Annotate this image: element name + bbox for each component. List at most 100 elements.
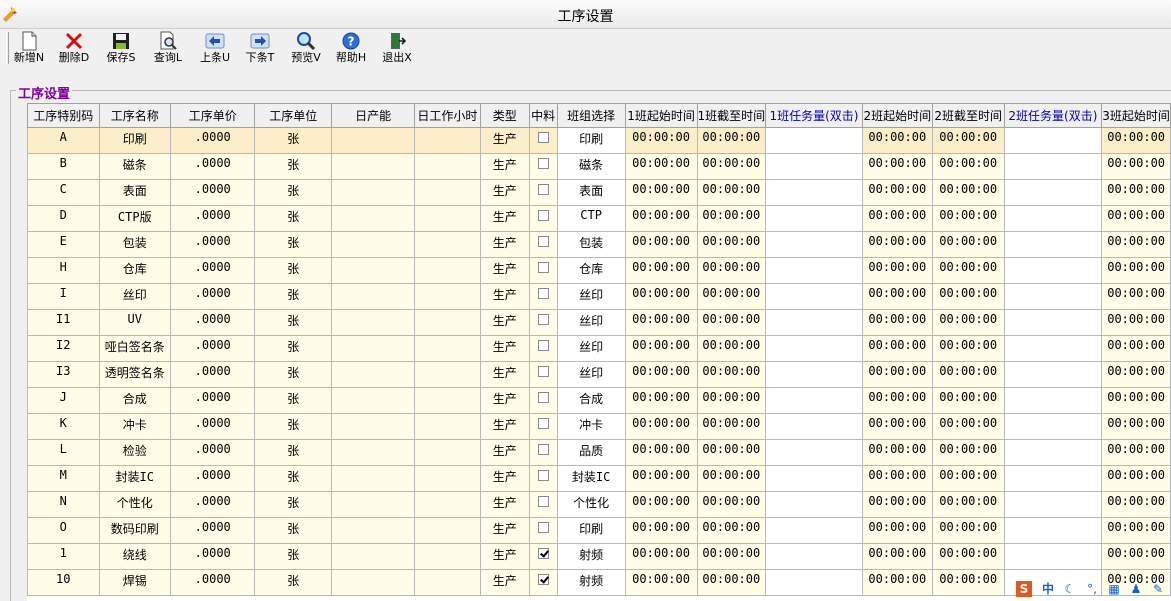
cell-shift3-start[interactable]: 00:00:00: [1101, 231, 1171, 258]
cell-daily-hours[interactable]: [414, 257, 481, 284]
cell-shift1-start[interactable]: 00:00:00: [624, 543, 698, 570]
cell-daily-hours[interactable]: [414, 231, 481, 258]
cell-daily-capacity[interactable]: [331, 309, 416, 336]
cell-price[interactable]: .0000: [170, 543, 256, 570]
mid-checkbox[interactable]: [537, 314, 549, 325]
cell-type[interactable]: 生产: [479, 127, 530, 154]
cell-unit[interactable]: 张: [254, 257, 333, 284]
cell-mid-checkbox[interactable]: [528, 205, 558, 232]
keyboard-icon[interactable]: ▦: [1106, 581, 1122, 597]
cell-team[interactable]: 丝印: [556, 309, 626, 336]
cell-daily-hours[interactable]: [414, 569, 481, 596]
cell-type[interactable]: 生产: [479, 517, 530, 544]
query-button[interactable]: 查询L: [150, 31, 186, 67]
cell-code[interactable]: C: [27, 179, 100, 206]
cell-name[interactable]: 丝印: [98, 283, 172, 310]
cell-shift1-start[interactable]: 00:00:00: [624, 283, 698, 310]
cell-shift1-start[interactable]: 00:00:00: [624, 569, 698, 596]
preview-button[interactable]: 预览V: [289, 31, 323, 67]
cell-shift2-end[interactable]: 00:00:00: [931, 335, 1005, 362]
cell-shift1-end[interactable]: 00:00:00: [696, 153, 767, 180]
cell-mid-checkbox[interactable]: [528, 439, 558, 466]
cell-name[interactable]: 包装: [98, 231, 172, 258]
cell-shift1-start[interactable]: 00:00:00: [624, 127, 698, 154]
cell-unit[interactable]: 张: [254, 517, 333, 544]
cell-team[interactable]: 磁条: [556, 153, 626, 180]
cell-shift2-end[interactable]: 00:00:00: [931, 231, 1005, 258]
cell-type[interactable]: 生产: [479, 153, 530, 180]
cell-shift1-start[interactable]: 00:00:00: [624, 335, 698, 362]
cell-mid-checkbox[interactable]: [528, 153, 558, 180]
cell-shift1-end[interactable]: 00:00:00: [696, 257, 767, 284]
cell-team[interactable]: 表面: [556, 179, 626, 206]
cell-code[interactable]: E: [27, 231, 100, 258]
cell-shift2-task[interactable]: [1003, 283, 1103, 310]
cell-shift1-task[interactable]: [765, 569, 863, 596]
delete-button[interactable]: 删除D: [57, 31, 91, 67]
cell-unit[interactable]: 张: [254, 543, 333, 570]
cell-shift1-end[interactable]: 00:00:00: [696, 335, 767, 362]
table-row[interactable]: M 封装IC .0000 张生产 封装IC 00:00:00 00:00:00 00:00:0…: [27, 465, 1171, 492]
cell-shift3-start[interactable]: 00:00:00: [1101, 361, 1171, 388]
table-row[interactable]: I3 透明签名条 .0000 张生产 丝印 00:00:00 00:00:00 00:00:0…: [27, 361, 1171, 388]
cell-shift2-end[interactable]: 00:00:00: [931, 361, 1005, 388]
table-row[interactable]: J 合成 .0000 张生产 合成 00:00:00 00:00:00 00:00:00 00:…: [27, 387, 1171, 414]
mid-checkbox[interactable]: [537, 418, 549, 429]
col-header-name[interactable]: 工序名称: [98, 103, 172, 128]
cell-shift3-start[interactable]: 00:00:00: [1101, 491, 1171, 518]
cell-shift2-task[interactable]: [1003, 361, 1103, 388]
cell-price[interactable]: .0000: [170, 491, 256, 518]
table-row[interactable]: I2 哑白签名条 .0000 张生产 丝印 00:00:00 00:00:00 00:00:0…: [27, 335, 1171, 362]
cell-team[interactable]: 封装IC: [556, 465, 626, 492]
cell-shift2-start[interactable]: 00:00:00: [861, 335, 933, 362]
cell-shift2-end[interactable]: 00:00:00: [931, 439, 1005, 466]
cell-name[interactable]: 仓库: [98, 257, 172, 284]
cell-shift2-end[interactable]: 00:00:00: [931, 283, 1005, 310]
cell-team[interactable]: 仓库: [556, 257, 626, 284]
col-header-shift3-start[interactable]: 3班起始时间: [1101, 103, 1171, 128]
col-header-shift1-task[interactable]: 1班任务量(双击): [765, 103, 863, 128]
cell-shift3-start[interactable]: 00:00:00: [1101, 517, 1171, 544]
cell-shift3-start[interactable]: 00:00:00: [1101, 335, 1171, 362]
cell-mid-checkbox[interactable]: [528, 257, 558, 284]
cell-name[interactable]: 哑白签名条: [98, 335, 172, 362]
cell-price[interactable]: .0000: [170, 517, 256, 544]
cell-shift1-end[interactable]: 00:00:00: [696, 283, 767, 310]
cell-mid-checkbox[interactable]: [528, 361, 558, 388]
input-method-icon[interactable]: S: [1016, 581, 1032, 597]
cell-shift1-task[interactable]: [765, 179, 863, 206]
mid-checkbox[interactable]: [537, 496, 549, 507]
cell-daily-hours[interactable]: [414, 205, 481, 232]
cell-shift3-start[interactable]: 00:00:00: [1101, 127, 1171, 154]
process-grid[interactable]: 工序特别码 工序名称 工序单价 工序单位 日产能 日工作小时 类型 中料 班组选…: [27, 103, 1171, 601]
cell-code[interactable]: H: [27, 257, 100, 284]
cell-price[interactable]: .0000: [170, 413, 256, 440]
mid-checkbox[interactable]: [537, 366, 549, 377]
cell-shift1-task[interactable]: [765, 335, 863, 362]
cell-unit[interactable]: 张: [254, 335, 333, 362]
cell-price[interactable]: .0000: [170, 153, 256, 180]
cell-unit[interactable]: 张: [254, 153, 333, 180]
toolbar-grip[interactable]: [6, 32, 9, 64]
col-header-type[interactable]: 类型: [479, 103, 530, 128]
cell-mid-checkbox[interactable]: [528, 387, 558, 414]
table-row[interactable]: 10 焊锡 .0000 张生产 射频 00:00:00 00:00:00 00:00:00 00…: [27, 569, 1171, 596]
cell-shift3-start[interactable]: 00:00:00: [1101, 153, 1171, 180]
cell-daily-hours[interactable]: [414, 439, 481, 466]
cell-daily-capacity[interactable]: [331, 179, 416, 206]
cell-type[interactable]: 生产: [479, 335, 530, 362]
mid-checkbox[interactable]: [537, 392, 549, 403]
cell-price[interactable]: .0000: [170, 127, 256, 154]
cell-shift2-start[interactable]: 00:00:00: [861, 543, 933, 570]
cell-shift2-task[interactable]: [1003, 439, 1103, 466]
cell-daily-capacity[interactable]: [331, 387, 416, 414]
cell-shift2-end[interactable]: 00:00:00: [931, 413, 1005, 440]
cell-mid-checkbox[interactable]: [528, 283, 558, 310]
cell-shift2-end[interactable]: 00:00:00: [931, 491, 1005, 518]
cell-shift2-start[interactable]: 00:00:00: [861, 361, 933, 388]
table-row[interactable]: B 磁条 .0000 张生产 磁条 00:00:00 00:00:00 00:00:00 00:…: [27, 153, 1171, 180]
cell-price[interactable]: .0000: [170, 361, 256, 388]
mid-checkbox[interactable]: [537, 522, 549, 533]
cell-shift1-task[interactable]: [765, 387, 863, 414]
cell-shift1-end[interactable]: 00:00:00: [696, 491, 767, 518]
